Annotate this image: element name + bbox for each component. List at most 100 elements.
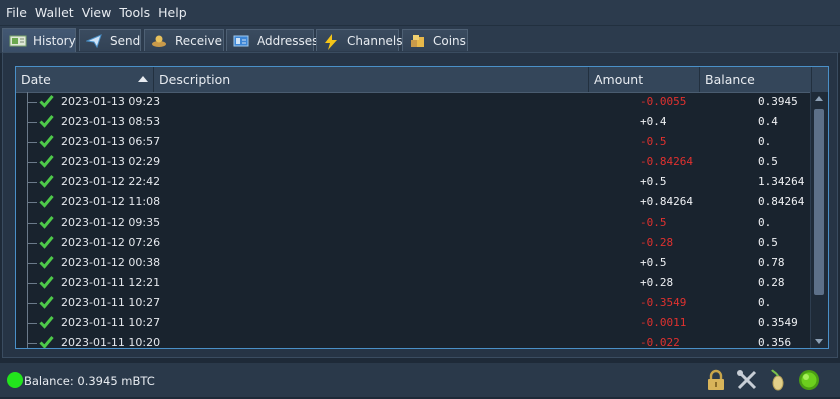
column-balance[interactable]: Balance (700, 67, 812, 92)
menu-wallet[interactable]: Wallet (31, 0, 78, 25)
menu-file[interactable]: File (0, 0, 31, 25)
tree-branch (27, 242, 37, 244)
row-balance: 1.34264 (758, 175, 805, 189)
table-row[interactable]: 2023-01-12 09:35 -0.5 0. (16, 212, 810, 233)
row-date: 2023-01-11 12:21 (61, 275, 161, 289)
row-balance: 0.78 (758, 255, 785, 269)
scroll-up-icon[interactable] (815, 96, 823, 101)
confirmed-check-icon (39, 215, 54, 229)
table-row[interactable]: 2023-01-12 00:38 +0.5 0.78 (16, 252, 810, 273)
menu-help[interactable]: Help (154, 0, 191, 25)
table-row[interactable]: 2023-01-11 10:27 -0.0011 0.3549 (16, 313, 810, 334)
history-panel: Date Description Amount Balance 2023-01-… (2, 52, 838, 358)
row-date: 2023-01-11 10:27 (61, 295, 161, 309)
menu-view[interactable]: View (78, 0, 116, 25)
seed-icon[interactable] (767, 369, 789, 391)
tab-receive[interactable]: Receive (144, 29, 224, 51)
confirmed-check-icon (39, 154, 54, 168)
column-description-label: Description (159, 72, 231, 87)
table-row[interactable]: 2023-01-12 11:08 +0.84264 0.84264 (16, 192, 810, 213)
lightning-icon (323, 33, 339, 50)
table-row[interactable]: 2023-01-13 09:23 -0.0055 0.3945 (16, 92, 810, 113)
tree-branch (27, 222, 37, 224)
confirmed-check-icon (39, 194, 54, 209)
row-date: 2023-01-12 22:42 (61, 175, 161, 189)
row-balance: 0. (758, 295, 772, 309)
row-balance: 0.3549 (758, 316, 798, 330)
tree-line (27, 333, 28, 348)
lock-icon[interactable] (705, 369, 727, 391)
tab-receive-label: Receive (175, 33, 222, 48)
row-date: 2023-01-12 07:26 (61, 235, 161, 249)
tree-branch (27, 282, 37, 284)
column-date-label: Date (21, 72, 51, 87)
confirmed-check-icon (39, 275, 54, 289)
table-row[interactable]: 2023-01-12 07:26 -0.28 0.5 (16, 232, 810, 253)
tree-branch (27, 162, 37, 164)
tree-branch (27, 323, 37, 325)
tab-addresses[interactable]: Addresses (226, 29, 318, 51)
tab-coins-label: Coins (433, 33, 466, 48)
row-amount: -0.5 (640, 215, 667, 229)
table-header: Date Description Amount Balance (16, 67, 828, 93)
status-bar: Balance: 0.3945 mBTC (0, 363, 840, 397)
menu-tools[interactable]: Tools (115, 0, 154, 25)
row-date: 2023-01-11 10:27 (61, 316, 161, 330)
tab-channels[interactable]: Channels (316, 29, 403, 51)
confirmed-check-icon (39, 134, 54, 148)
tab-send-label: Send (110, 33, 141, 48)
row-balance: 0. (758, 215, 772, 229)
row-amount: +0.4 (640, 115, 667, 129)
tree-branch (27, 302, 37, 304)
table-row[interactable]: 2023-01-13 02:29 -0.84264 0.5 (16, 152, 810, 173)
table-row[interactable]: 2023-01-12 22:42 +0.5 1.34264 (16, 172, 810, 193)
row-amount: -0.0011 (640, 316, 687, 330)
tab-bar: History Send Receive Addresses Channels … (0, 25, 840, 53)
balance-status: Balance: 0.3945 mBTC (24, 374, 155, 388)
connection-status-dot (7, 372, 23, 388)
column-amount[interactable]: Amount (589, 67, 700, 92)
row-balance: 0.4 (758, 115, 778, 129)
table-row[interactable]: 2023-01-11 10:27 -0.3549 0. (16, 292, 810, 314)
row-date: 2023-01-12 00:38 (61, 255, 161, 269)
confirmed-check-icon (39, 114, 54, 128)
column-date[interactable]: Date (16, 67, 154, 92)
receive-icon (151, 34, 167, 48)
row-amount: +0.84264 (640, 195, 693, 209)
tab-channels-label: Channels (347, 33, 403, 48)
row-amount: -0.28 (640, 235, 674, 249)
row-balance: 0.84264 (758, 195, 805, 209)
tree-branch (27, 122, 37, 124)
table-row[interactable]: 2023-01-13 08:53 +0.4 0.4 (16, 112, 810, 133)
tab-history[interactable]: History (2, 28, 76, 52)
row-balance: 0. (758, 135, 772, 149)
tree-branch (27, 262, 37, 264)
tab-send[interactable]: Send (79, 29, 141, 51)
column-description[interactable]: Description (154, 67, 589, 92)
confirmed-check-icon (39, 315, 54, 329)
row-amount: -0.84264 (640, 155, 693, 169)
tree-branch (27, 202, 37, 204)
row-date: 2023-01-12 09:35 (61, 215, 161, 229)
table-row[interactable]: 2023-01-13 06:57 -0.5 0. (16, 132, 810, 153)
tree-branch (27, 343, 37, 345)
row-amount: +0.5 (640, 255, 667, 269)
row-balance: 0.28 (758, 275, 785, 289)
confirmed-check-icon (39, 295, 54, 309)
send-icon (85, 33, 102, 48)
vertical-scrollbar[interactable] (810, 92, 828, 348)
tools-icon[interactable] (736, 369, 758, 391)
scrollbar-thumb[interactable] (814, 109, 824, 295)
tab-coins[interactable]: Coins (402, 29, 468, 51)
row-amount: +0.5 (640, 175, 667, 189)
table-row[interactable]: 2023-01-11 10:20 -0.022 0.356 (16, 333, 810, 348)
confirmed-check-icon (39, 94, 54, 108)
history-table: Date Description Amount Balance 2023-01-… (15, 66, 829, 349)
row-date: 2023-01-13 09:23 (61, 95, 161, 108)
table-row[interactable]: 2023-01-11 12:21 +0.28 0.28 (16, 272, 810, 293)
row-balance: 0.5 (758, 235, 778, 249)
scroll-down-icon[interactable] (815, 339, 823, 344)
network-status-icon[interactable] (798, 369, 820, 391)
row-date: 2023-01-13 02:29 (61, 155, 161, 169)
confirmed-check-icon (39, 335, 54, 348)
